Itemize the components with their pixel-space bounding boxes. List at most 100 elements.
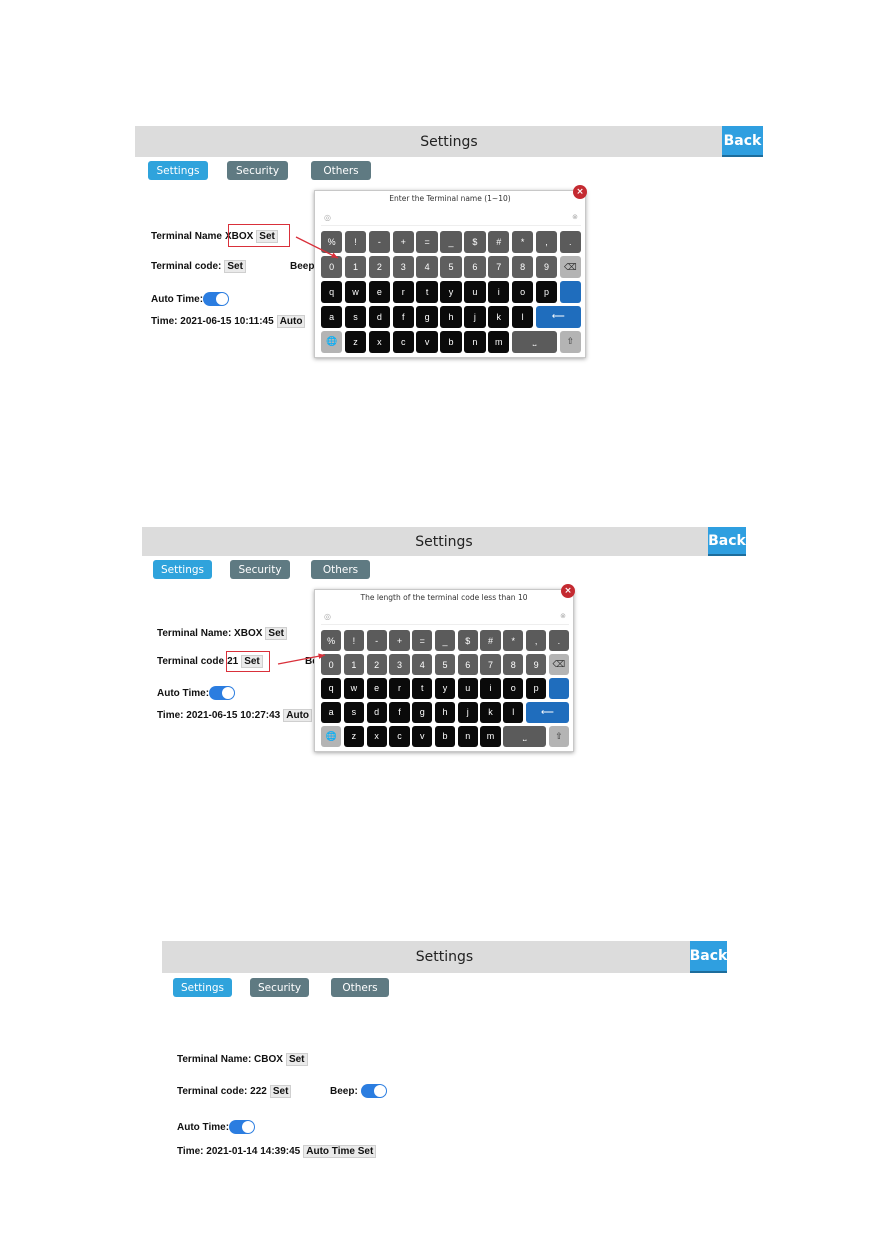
key[interactable]: $	[464, 231, 486, 254]
key[interactable]: z	[344, 330, 367, 353]
terminal-name-set-button[interactable]: Set	[256, 229, 278, 243]
key[interactable]: p	[525, 677, 547, 700]
clear-icon[interactable]: ⊗	[560, 612, 566, 620]
key[interactable]: %	[321, 231, 343, 254]
key[interactable]: u	[464, 280, 486, 304]
key[interactable]: o	[503, 677, 524, 700]
terminal-code-set-button[interactable]: Set	[241, 654, 263, 668]
tab-others[interactable]: Others	[311, 161, 371, 180]
key[interactable]: .	[548, 630, 569, 652]
key[interactable]: %	[321, 630, 342, 652]
key[interactable]: _	[434, 630, 456, 652]
enter-key[interactable]	[559, 280, 581, 304]
tab-others[interactable]: Others	[311, 560, 370, 579]
key[interactable]: s	[344, 305, 367, 329]
key[interactable]: k	[488, 305, 510, 329]
key[interactable]: 4	[412, 653, 433, 676]
key[interactable]: a	[321, 305, 343, 329]
key[interactable]: b	[434, 725, 456, 747]
key[interactable]: 3	[392, 255, 414, 279]
key[interactable]: f	[392, 305, 414, 329]
backspace-icon[interactable]: ⌫	[548, 653, 569, 676]
key[interactable]: e	[366, 677, 387, 700]
shift-icon[interactable]: ⇧	[548, 725, 569, 747]
auto-time-toggle[interactable]	[209, 686, 236, 700]
key[interactable]: l	[511, 305, 534, 329]
tab-security[interactable]: Security	[250, 978, 309, 997]
auto-time-toggle[interactable]	[203, 292, 230, 306]
key[interactable]: 8	[511, 255, 534, 279]
enter-icon[interactable]: ⟵	[535, 305, 581, 329]
key[interactable]: 6	[457, 653, 478, 676]
key[interactable]: c	[392, 330, 414, 353]
key[interactable]: n	[457, 725, 478, 747]
key[interactable]: +	[392, 231, 414, 254]
key[interactable]: q	[321, 677, 342, 700]
tab-settings[interactable]: Settings	[153, 560, 212, 579]
terminal-name-set-button[interactable]: Set	[285, 1052, 308, 1066]
key[interactable]: 9	[525, 653, 547, 676]
key[interactable]: +	[389, 630, 410, 652]
key[interactable]: 1	[343, 653, 365, 676]
key[interactable]: o	[511, 280, 534, 304]
tab-security[interactable]: Security	[227, 161, 288, 180]
eye-icon[interactable]: ◎	[324, 213, 331, 222]
key[interactable]: !	[344, 231, 367, 254]
tab-settings[interactable]: Settings	[173, 978, 232, 997]
key[interactable]: s	[343, 701, 365, 724]
shift-icon[interactable]: ⇧	[559, 330, 581, 353]
key[interactable]: !	[343, 630, 365, 652]
key[interactable]: _	[440, 231, 462, 254]
key[interactable]: 9	[535, 255, 558, 279]
key[interactable]: .	[559, 231, 581, 254]
key[interactable]: q	[321, 280, 343, 304]
auto-time-set-button[interactable]: Auto	[283, 708, 313, 722]
auto-time-set-button[interactable]: Auto Time Set	[303, 1144, 377, 1158]
key[interactable]: k	[480, 701, 501, 724]
enter-icon[interactable]: ⟵	[525, 701, 569, 724]
key[interactable]: g	[416, 305, 438, 329]
globe-icon[interactable]: 🌐	[321, 330, 343, 353]
key[interactable]: $	[457, 630, 478, 652]
close-icon[interactable]: ×	[573, 185, 587, 199]
key[interactable]: j	[464, 305, 486, 329]
key[interactable]: a	[321, 701, 342, 724]
key[interactable]: ,	[535, 231, 558, 254]
close-icon[interactable]: ×	[561, 584, 575, 598]
tab-security[interactable]: Security	[230, 560, 290, 579]
auto-time-toggle[interactable]	[229, 1120, 256, 1134]
key[interactable]: r	[389, 677, 410, 700]
tab-settings[interactable]: Settings	[148, 161, 208, 180]
key[interactable]: *	[503, 630, 524, 652]
key[interactable]: 3	[389, 653, 410, 676]
key[interactable]: 0	[321, 653, 342, 676]
key[interactable]: -	[366, 630, 387, 652]
key[interactable]: #	[480, 630, 501, 652]
key[interactable]: #	[488, 231, 510, 254]
back-button[interactable]: Back	[708, 527, 746, 556]
key[interactable]: h	[434, 701, 456, 724]
key[interactable]: b	[440, 330, 462, 353]
key[interactable]: t	[416, 280, 438, 304]
key[interactable]: d	[366, 701, 387, 724]
terminal-name-set-button[interactable]: Set	[265, 626, 287, 640]
space-icon[interactable]: ⎵	[511, 330, 558, 353]
key[interactable]: y	[434, 677, 456, 700]
key[interactable]: =	[412, 630, 433, 652]
key[interactable]: 2	[366, 653, 387, 676]
key[interactable]: x	[366, 725, 387, 747]
key[interactable]: c	[389, 725, 410, 747]
key[interactable]: z	[343, 725, 365, 747]
key[interactable]: 6	[464, 255, 486, 279]
key[interactable]: =	[416, 231, 438, 254]
key[interactable]: 2	[368, 255, 391, 279]
back-button[interactable]: Back	[690, 941, 727, 973]
key[interactable]: y	[440, 280, 462, 304]
key[interactable]: i	[488, 280, 510, 304]
space-icon[interactable]: ⎵	[503, 725, 547, 747]
key[interactable]: u	[457, 677, 478, 700]
key[interactable]: v	[416, 330, 438, 353]
back-button[interactable]: Back	[722, 126, 763, 157]
key[interactable]: n	[464, 330, 486, 353]
key[interactable]: 0	[321, 255, 343, 279]
